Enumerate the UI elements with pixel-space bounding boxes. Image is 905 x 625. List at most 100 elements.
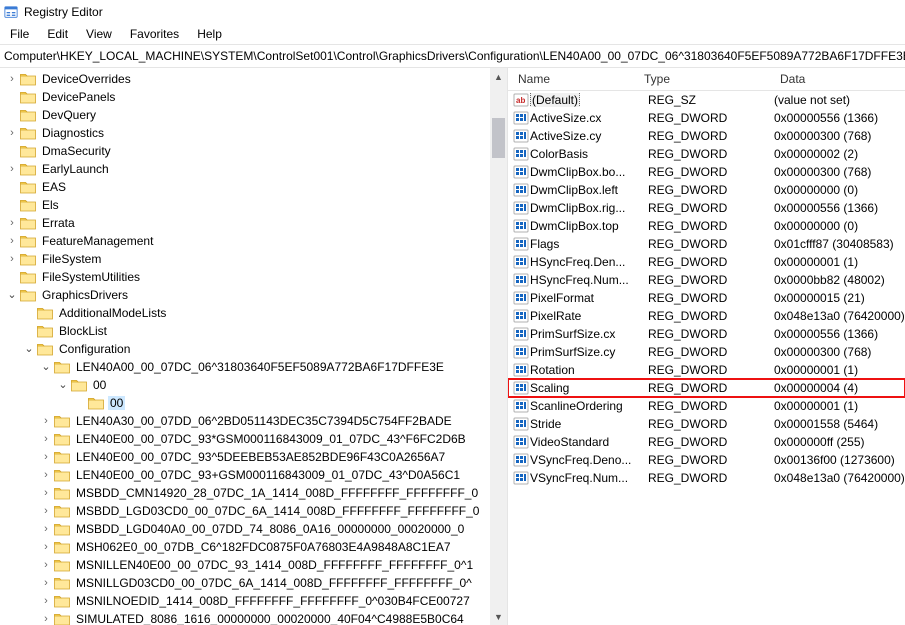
chevron-right-icon[interactable]: ›: [38, 614, 54, 625]
tree-node[interactable]: › MSNILLEN40E00_00_07DC_93_1414_008D_FFFF…: [0, 556, 490, 574]
value-row[interactable]: VSyncFreq.Deno...REG_DWORD0x00136f00 (12…: [508, 451, 905, 469]
value-row[interactable]: ActiveSize.cxREG_DWORD0x00000556 (1366): [508, 109, 905, 127]
tree-node[interactable]: ›LEN40E00_00_07DC_93+GSM000116843009_01_…: [0, 466, 490, 484]
chevron-right-icon[interactable]: ›: [38, 524, 54, 535]
chevron-right-icon[interactable]: ›: [38, 470, 54, 481]
tree-node[interactable]: DmaSecurity: [0, 142, 490, 160]
registry-tree[interactable]: ›DeviceOverridesDevicePanelsDevQuery›Dia…: [0, 68, 490, 625]
tree-node[interactable]: DevicePanels: [0, 88, 490, 106]
tree-node[interactable]: FileSystemUtilities: [0, 268, 490, 286]
col-data[interactable]: Data: [774, 72, 905, 86]
tree-node[interactable]: ›FileSystem: [0, 250, 490, 268]
col-type[interactable]: Type: [638, 72, 774, 86]
scroll-down-icon[interactable]: ▼: [490, 608, 507, 625]
tree-node[interactable]: ›MSH062E0_00_07DB_C6^182FDC0875F0A76803E…: [0, 538, 490, 556]
value-row[interactable]: ActiveSize.cyREG_DWORD0x00000300 (768): [508, 127, 905, 145]
chevron-right-icon[interactable]: ›: [38, 452, 54, 463]
chevron-right-icon[interactable]: ›: [4, 74, 20, 85]
value-row[interactable]: VideoStandardREG_DWORD0x000000ff (255): [508, 433, 905, 451]
tree-node[interactable]: ⌄GraphicsDrivers: [0, 286, 490, 304]
tree-node[interactable]: BlockList: [0, 322, 490, 340]
chevron-right-icon[interactable]: ›: [4, 128, 20, 139]
tree-node-label: MSNILLEN40E00_00_07DC_93_1414_008D_FFFFF…: [74, 558, 475, 572]
tree-node[interactable]: EAS: [0, 178, 490, 196]
chevron-right-icon[interactable]: ›: [4, 164, 20, 175]
tree-node[interactable]: AdditionalModeLists: [0, 304, 490, 322]
chevron-right-icon[interactable]: ›: [38, 578, 54, 589]
chevron-right-icon[interactable]: ›: [38, 506, 54, 517]
tree-node[interactable]: ›Errata: [0, 214, 490, 232]
chevron-right-icon[interactable]: ›: [4, 218, 20, 229]
tree-node[interactable]: ›MSBDD_LGD040A0_00_07DD_74_8086_0A16_000…: [0, 520, 490, 538]
tree-node[interactable]: ›Diagnostics: [0, 124, 490, 142]
tree-node[interactable]: ›FeatureManagement: [0, 232, 490, 250]
value-row[interactable]: ScalingREG_DWORD0x00000004 (4): [508, 379, 905, 397]
tree-node[interactable]: ›LEN40A30_00_07DD_06^2BD051143DEC35C7394…: [0, 412, 490, 430]
value-row[interactable]: PrimSurfSize.cxREG_DWORD0x00000556 (1366…: [508, 325, 905, 343]
tree-node[interactable]: 00: [0, 394, 490, 412]
tree-node[interactable]: ›LEN40E00_00_07DC_93^5DEEBEB53AE852BDE96…: [0, 448, 490, 466]
chevron-down-icon[interactable]: ⌄: [55, 380, 71, 391]
col-name[interactable]: Name: [512, 72, 638, 86]
tree-node[interactable]: ⌄LEN40A00_00_07DC_06^31803640F5EF5089A77…: [0, 358, 490, 376]
scroll-up-icon[interactable]: ▲: [490, 68, 507, 85]
value-row[interactable]: ColorBasisREG_DWORD0x00000002 (2): [508, 145, 905, 163]
tree-node[interactable]: Els: [0, 196, 490, 214]
chevron-down-icon[interactable]: ⌄: [38, 362, 54, 373]
menu-help[interactable]: Help: [189, 25, 230, 43]
value-row[interactable]: HSyncFreq.Den...REG_DWORD0x00000001 (1): [508, 253, 905, 271]
value-row[interactable]: (Default)REG_SZ(value not set): [508, 91, 905, 109]
chevron-right-icon[interactable]: ›: [38, 488, 54, 499]
reg-dword-icon: [512, 452, 530, 468]
reg-dword-icon: [512, 110, 530, 126]
tree-node[interactable]: DevQuery: [0, 106, 490, 124]
value-row[interactable]: PixelFormatREG_DWORD0x00000015 (21): [508, 289, 905, 307]
tree-node-label: BlockList: [57, 324, 109, 338]
chevron-right-icon[interactable]: ›: [4, 236, 20, 247]
chevron-right-icon[interactable]: ›: [38, 416, 54, 427]
value-row[interactable]: ScanlineOrderingREG_DWORD0x00000001 (1): [508, 397, 905, 415]
tree-scrollbar[interactable]: ▲ ▼: [490, 68, 507, 625]
folder-icon: [20, 270, 36, 284]
value-row[interactable]: PixelRateREG_DWORD0x048e13a0 (76420000): [508, 307, 905, 325]
tree-node[interactable]: ›LEN40E00_00_07DC_93*GSM000116843009_01_…: [0, 430, 490, 448]
value-row[interactable]: DwmClipBox.topREG_DWORD0x00000000 (0): [508, 217, 905, 235]
value-row[interactable]: DwmClipBox.bo...REG_DWORD0x00000300 (768…: [508, 163, 905, 181]
chevron-right-icon[interactable]: ›: [38, 596, 54, 607]
tree-node[interactable]: ⌄Configuration: [0, 340, 490, 358]
value-row[interactable]: PrimSurfSize.cyREG_DWORD0x00000300 (768): [508, 343, 905, 361]
tree-node[interactable]: ›MSBDD_LGD03CD0_00_07DC_6A_1414_008D_FFF…: [0, 502, 490, 520]
tree-node[interactable]: ›EarlyLaunch: [0, 160, 490, 178]
tree-node[interactable]: ›MSNILNOEDID_1414_008D_FFFFFFFF_FFFFFFFF…: [0, 592, 490, 610]
menu-view[interactable]: View: [78, 25, 120, 43]
tree-node[interactable]: ›MSBDD_CMN14920_28_07DC_1A_1414_008D_FFF…: [0, 484, 490, 502]
tree-node[interactable]: ›DeviceOverrides: [0, 70, 490, 88]
chevron-right-icon[interactable]: ›: [4, 254, 20, 265]
chevron-right-icon[interactable]: ›: [38, 542, 54, 553]
tree-node[interactable]: ⌄00: [0, 376, 490, 394]
chevron-right-icon[interactable]: ›: [38, 560, 54, 571]
address-bar[interactable]: Computer\HKEY_LOCAL_MACHINE\SYSTEM\Contr…: [0, 44, 905, 68]
values-list[interactable]: (Default)REG_SZ(value not set)ActiveSize…: [508, 91, 905, 487]
value-row[interactable]: FlagsREG_DWORD0x01cfff87 (30408583): [508, 235, 905, 253]
value-row[interactable]: DwmClipBox.rig...REG_DWORD0x00000556 (13…: [508, 199, 905, 217]
value-data: 0x00000015 (21): [772, 291, 905, 305]
value-row[interactable]: HSyncFreq.Num...REG_DWORD0x0000bb82 (480…: [508, 271, 905, 289]
value-row[interactable]: RotationREG_DWORD0x00000001 (1): [508, 361, 905, 379]
value-row[interactable]: DwmClipBox.leftREG_DWORD0x00000000 (0): [508, 181, 905, 199]
chevron-down-icon[interactable]: ⌄: [21, 344, 37, 355]
value-data: (value not set): [772, 93, 905, 107]
menu-file[interactable]: File: [2, 25, 37, 43]
tree-node[interactable]: ›SIMULATED_8086_1616_00000000_00020000_4…: [0, 610, 490, 625]
value-type: REG_DWORD: [646, 381, 772, 395]
chevron-down-icon[interactable]: ⌄: [4, 290, 20, 301]
menu-favorites[interactable]: Favorites: [122, 25, 187, 43]
folder-icon: [20, 72, 36, 86]
menu-edit[interactable]: Edit: [39, 25, 76, 43]
chevron-right-icon[interactable]: ›: [38, 434, 54, 445]
value-type: REG_DWORD: [646, 453, 772, 467]
value-row[interactable]: StrideREG_DWORD0x00001558 (5464): [508, 415, 905, 433]
tree-node[interactable]: ›MSNILLGD03CD0_00_07DC_6A_1414_008D_FFFF…: [0, 574, 490, 592]
value-row[interactable]: VSyncFreq.Num...REG_DWORD0x048e13a0 (764…: [508, 469, 905, 487]
scroll-thumb[interactable]: [492, 118, 505, 158]
